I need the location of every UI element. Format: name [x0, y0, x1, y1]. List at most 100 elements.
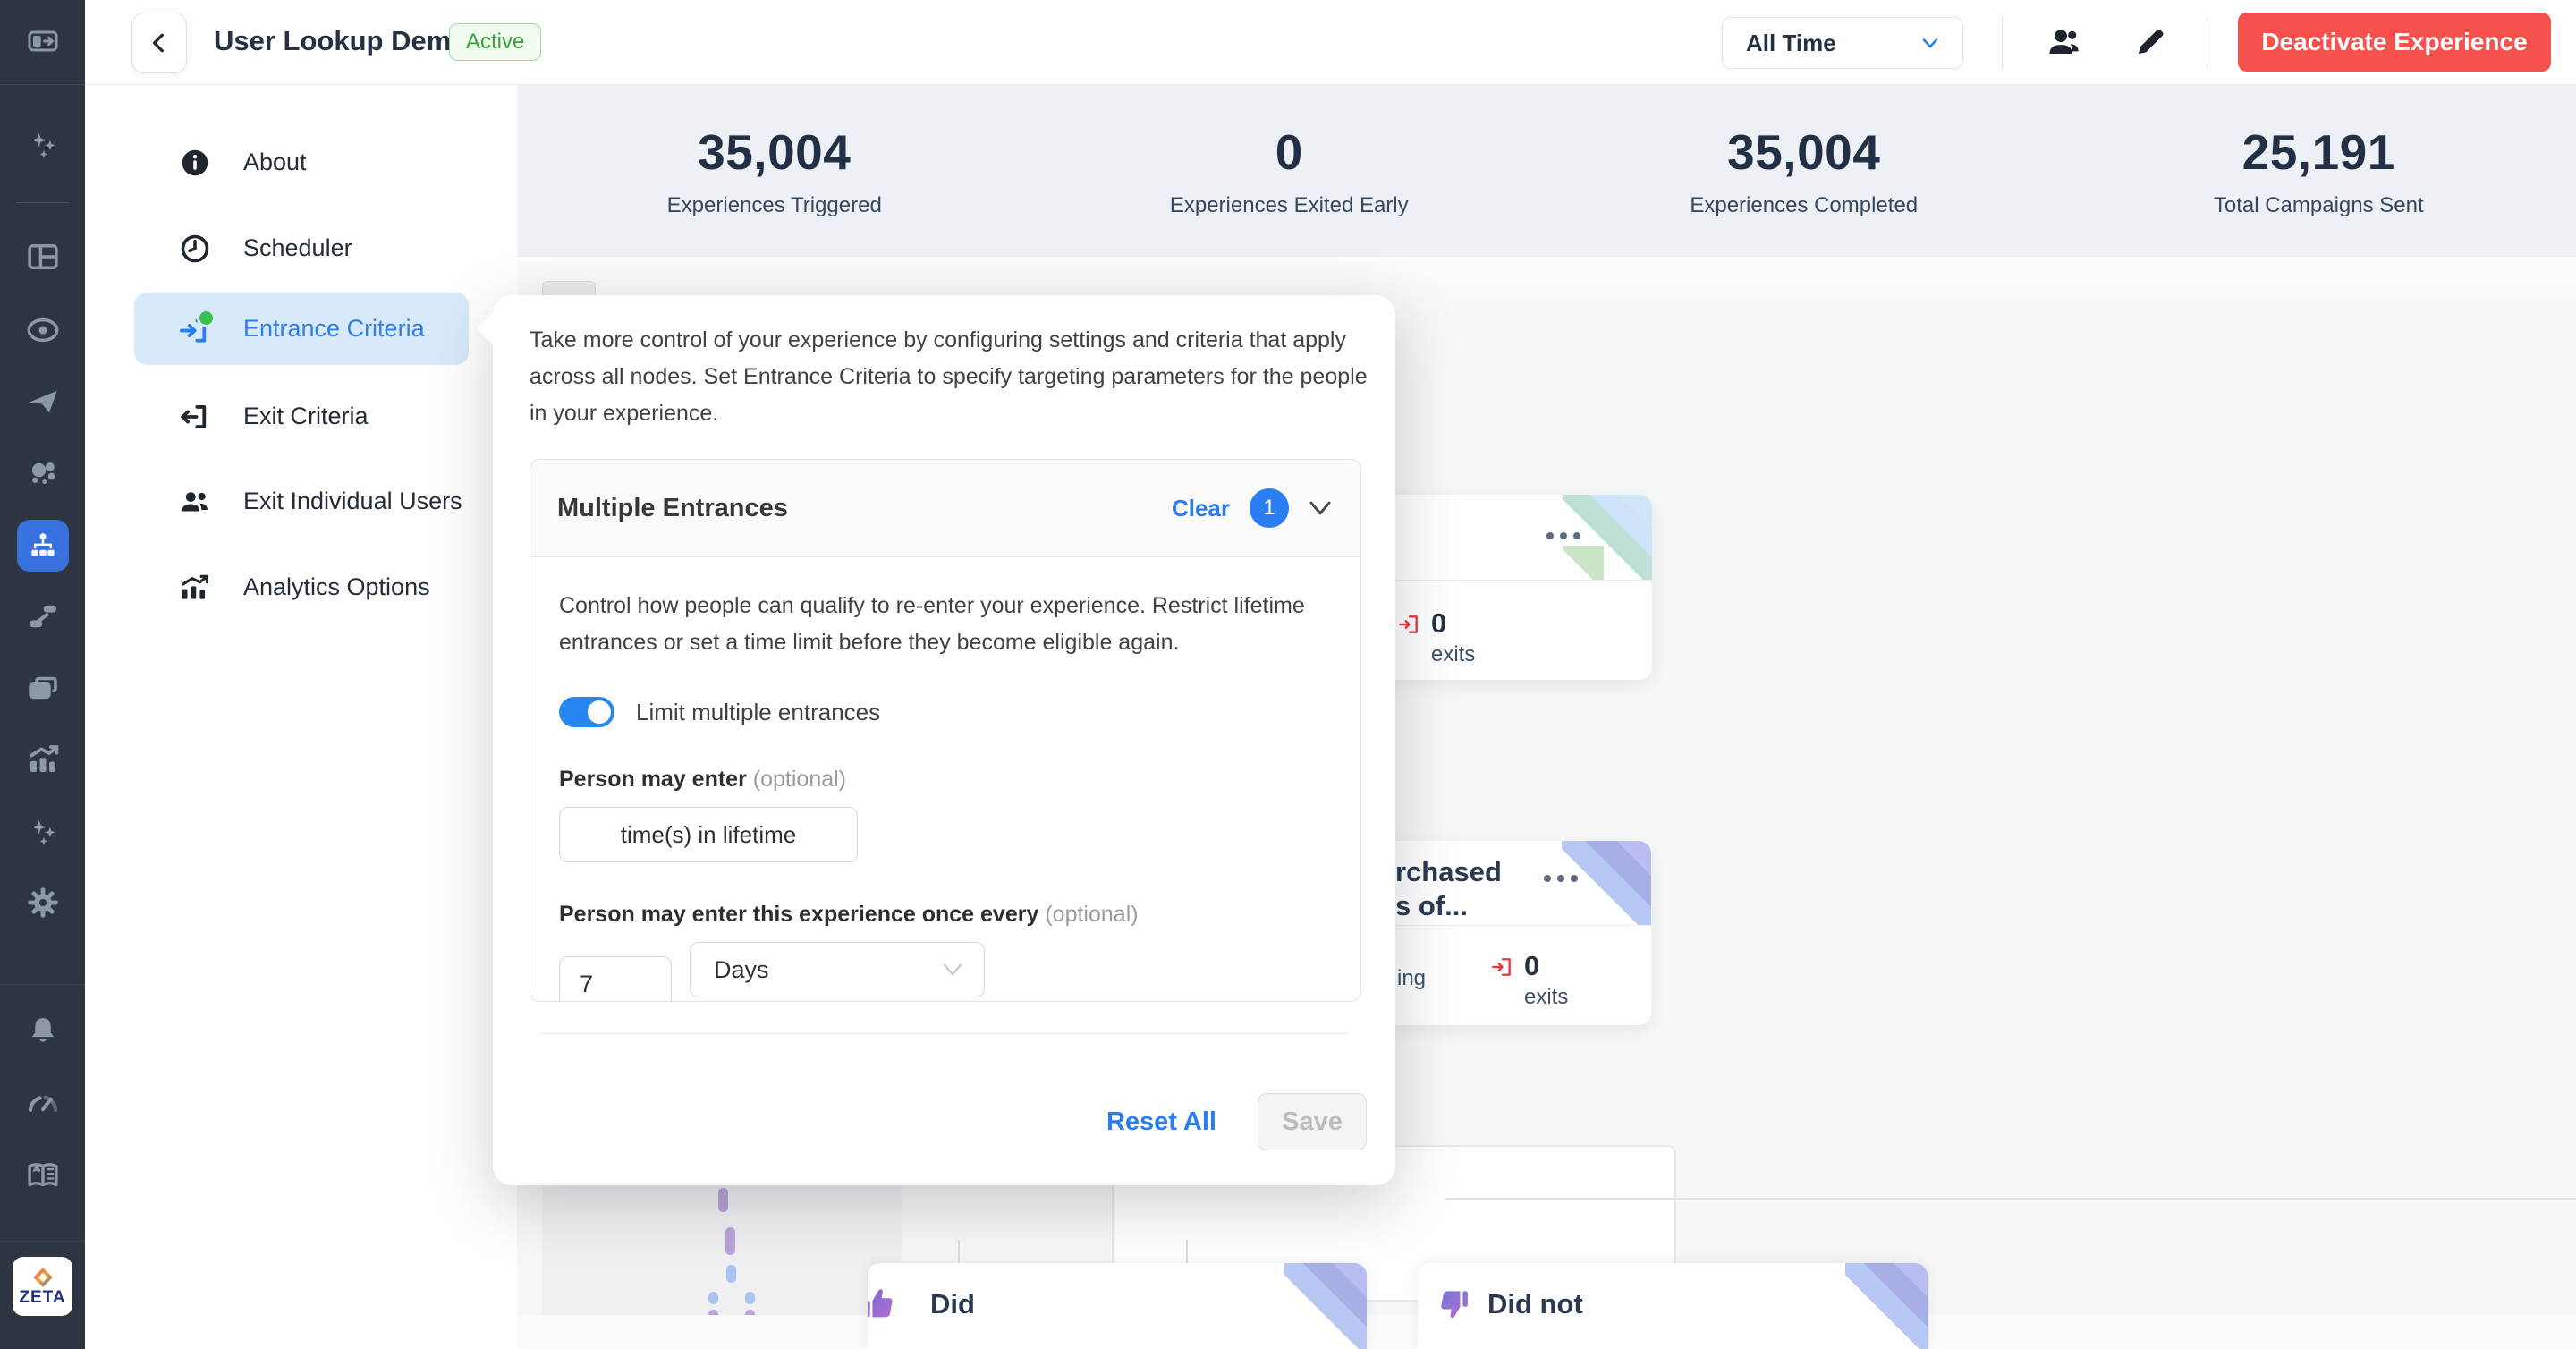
audience-icon[interactable]	[0, 454, 85, 492]
experience-settings-nav: About Scheduler Entrance Criteria Exit C…	[85, 84, 517, 1349]
save-button[interactable]: Save	[1258, 1093, 1367, 1150]
sidebar-item-entrance-criteria[interactable]: Entrance Criteria	[134, 293, 469, 365]
interval-unit-value: Days	[714, 956, 769, 984]
stat-experiences-completed: 35,004 Experiences Completed	[1546, 84, 2062, 257]
exits-label: exits	[1524, 985, 1568, 1010]
kebab-menu-icon[interactable]	[1546, 532, 1580, 539]
sidebar-item-label: Exit Criteria	[243, 403, 369, 430]
field-label: Person may enter (optional)	[559, 767, 1332, 793]
entrance-icon	[177, 312, 213, 346]
app-header: User Lookup Demo Active All Time Deactiv…	[85, 0, 2576, 85]
target-icon[interactable]	[0, 311, 85, 349]
clear-button[interactable]: Clear	[1172, 495, 1230, 522]
time-filter-select[interactable]: All Time	[1722, 17, 1963, 69]
sparkles-icon[interactable]	[0, 812, 85, 850]
toggle-switch-on[interactable]	[559, 697, 614, 727]
section-title: Multiple Entrances	[557, 494, 1172, 523]
interval-value-input[interactable]	[560, 971, 671, 998]
chevron-down-icon[interactable]	[1307, 499, 1334, 517]
sidebar-item-about[interactable]: About	[134, 126, 469, 199]
journey-icon-active[interactable]	[17, 520, 69, 572]
section-description: Control how people can qualify to re-ent…	[559, 588, 1350, 661]
stat-value: 25,191	[2242, 123, 2395, 181]
connector-dash	[745, 1292, 755, 1304]
stat-label-fragment: ing	[1397, 966, 1426, 991]
connector-stub	[958, 1240, 960, 1263]
panel-footer: Reset All Save	[1106, 1093, 1367, 1150]
stat-experiences-exited: 0 Experiences Exited Early	[1032, 84, 1547, 257]
journey-node-card-did[interactable]: Did	[868, 1263, 1367, 1349]
stat-value: 35,004	[1727, 123, 1880, 181]
flow-icon[interactable]	[0, 598, 85, 635]
gauge-icon[interactable]	[0, 1085, 85, 1123]
sidebar-item-exit-criteria[interactable]: Exit Criteria	[134, 380, 469, 453]
kebab-menu-icon[interactable]	[1544, 875, 1578, 882]
chart-trend-icon[interactable]	[0, 741, 85, 778]
campaigns-icon[interactable]	[0, 669, 85, 707]
connector-dash	[725, 1227, 735, 1255]
connector-dash	[708, 1292, 718, 1304]
send-icon[interactable]	[0, 383, 85, 420]
dashboard-icon[interactable]	[0, 238, 85, 276]
gear-icon[interactable]	[0, 884, 85, 921]
bell-icon[interactable]	[0, 1013, 85, 1050]
sidebar-item-label: Entrance Criteria	[243, 315, 425, 343]
stat-label: Experiences Exited Early	[1170, 193, 1409, 218]
header-divider	[2002, 17, 2003, 69]
users-icon[interactable]	[2042, 21, 2083, 67]
stat-label: Experiences Completed	[1690, 193, 1918, 218]
thumbs-down-icon	[1436, 1285, 1475, 1328]
zeta-logo[interactable]: ZETA	[13, 1257, 72, 1316]
stat-label: Experiences Triggered	[667, 193, 882, 218]
stat-value: 35,004	[698, 123, 851, 181]
exits-count: 0	[1431, 609, 1475, 637]
lifetime-entrances-input[interactable]: time(s) in lifetime	[559, 807, 858, 862]
zeta-logo-text: ZETA	[19, 1289, 65, 1306]
exit-arrow-icon	[1397, 613, 1420, 641]
stat-total-campaigns: 25,191 Total Campaigns Sent	[2062, 84, 2576, 257]
sidebar-item-label: Scheduler	[243, 234, 352, 262]
back-chevron-icon	[148, 31, 171, 55]
interval-value-field	[559, 956, 672, 1002]
exit-arrow-icon	[1490, 955, 1513, 983]
card-corner-decoration	[1284, 1263, 1367, 1349]
toggle-label: Limit multiple entrances	[636, 699, 880, 726]
sidebar-item-label: About	[243, 148, 307, 176]
reset-all-button[interactable]: Reset All	[1106, 1107, 1216, 1137]
zeta-diamond-icon	[31, 1267, 55, 1288]
node-label: Did	[930, 1288, 975, 1320]
back-button[interactable]	[131, 13, 187, 73]
exit-icon	[177, 400, 213, 434]
book-icon[interactable]	[0, 1157, 85, 1194]
thumbs-up-icon	[868, 1283, 902, 1328]
sidebar-item-analytics-options[interactable]: Analytics Options	[134, 551, 469, 624]
exits-count: 0	[1524, 952, 1568, 980]
multiple-entrances-header[interactable]: Multiple Entrances Clear 1	[530, 460, 1360, 557]
status-dot	[197, 309, 216, 327]
sparkles-icon[interactable]	[0, 125, 85, 163]
card-corner-decoration	[1562, 841, 1651, 925]
count-badge: 1	[1250, 488, 1289, 528]
panel-toggle-icon[interactable]	[0, 23, 85, 59]
entrance-criteria-panel: Take more control of your experience by …	[493, 295, 1395, 1185]
card-corner-decoration	[1845, 1263, 1928, 1349]
clock-icon	[177, 233, 213, 265]
time-filter-value: All Time	[1746, 30, 1836, 57]
exits-label: exits	[1431, 642, 1475, 667]
deactivate-experience-button[interactable]: Deactivate Experience	[2238, 13, 2551, 72]
multiple-entrances-card: Multiple Entrances Clear 1 Control how p…	[530, 459, 1361, 1002]
interval-unit-select[interactable]: Days	[690, 942, 985, 997]
sidebar-item-scheduler[interactable]: Scheduler	[134, 212, 469, 284]
app-window: 0 exits rchased s of... ing 0 exits	[0, 0, 2576, 1349]
connector-dash	[726, 1265, 736, 1283]
chart-icon	[177, 571, 213, 605]
limit-entrances-toggle-row[interactable]: Limit multiple entrances	[559, 697, 1332, 727]
stat-value: 0	[1275, 123, 1303, 181]
pencil-icon[interactable]	[2131, 23, 2169, 65]
sidebar-item-exit-individual-users[interactable]: Exit Individual Users	[134, 465, 469, 538]
connector-dash	[718, 1188, 728, 1212]
footer-divider	[541, 1033, 1349, 1034]
stat-label: Total Campaigns Sent	[2214, 193, 2424, 218]
journey-node-card-did-not[interactable]: Did not	[1418, 1263, 1928, 1349]
stat-experiences-triggered: 35,004 Experiences Triggered	[517, 84, 1032, 257]
